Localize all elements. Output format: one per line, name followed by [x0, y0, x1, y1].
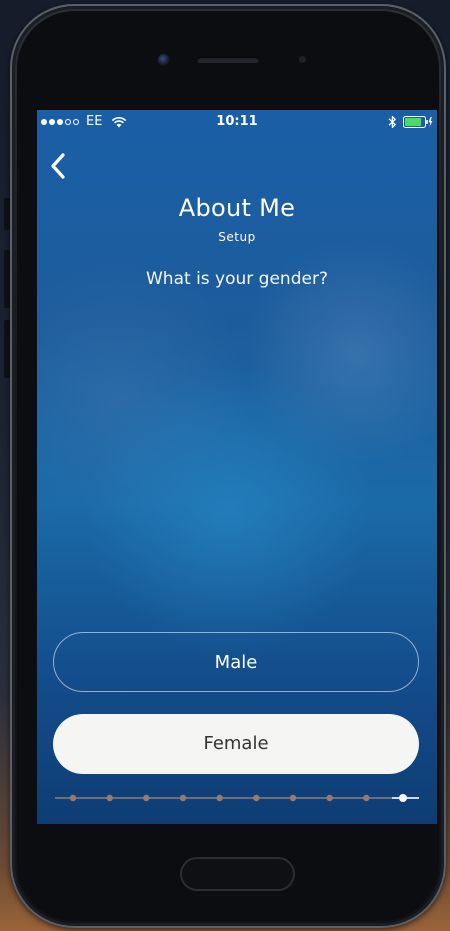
progress-step-dot — [216, 794, 223, 802]
progress-step-dot — [326, 794, 333, 802]
progress-step-dot — [363, 794, 370, 802]
status-bar: EE 10:11 — [37, 110, 437, 134]
bluetooth-icon — [388, 115, 396, 129]
app-screen: EE 10:11 About Me Setup What is your gen… — [37, 110, 437, 824]
proximity-sensor — [299, 56, 306, 63]
setup-progress-indicator — [55, 794, 419, 802]
battery-charging-icon — [403, 116, 433, 128]
front-camera — [158, 54, 170, 66]
progress-step-dot — [399, 794, 407, 802]
progress-step-dot — [179, 794, 187, 802]
progress-step-dot — [106, 794, 113, 802]
option-female-button[interactable]: Female — [53, 714, 419, 774]
status-time: 10:11 — [216, 114, 258, 129]
progress-step-dot — [143, 794, 150, 802]
progress-step-dot — [289, 794, 297, 802]
page-title: About Me — [178, 194, 296, 222]
page-subtitle: Setup — [218, 230, 256, 244]
progress-step-dot — [253, 794, 260, 802]
status-right — [388, 115, 433, 129]
back-arrow-icon[interactable] — [49, 152, 67, 180]
question-text: What is your gender? — [146, 269, 328, 289]
earpiece-speaker — [197, 57, 259, 63]
progress-step-dot — [69, 794, 77, 802]
home-button[interactable] — [180, 857, 295, 891]
option-male-button[interactable]: Male — [53, 632, 419, 692]
